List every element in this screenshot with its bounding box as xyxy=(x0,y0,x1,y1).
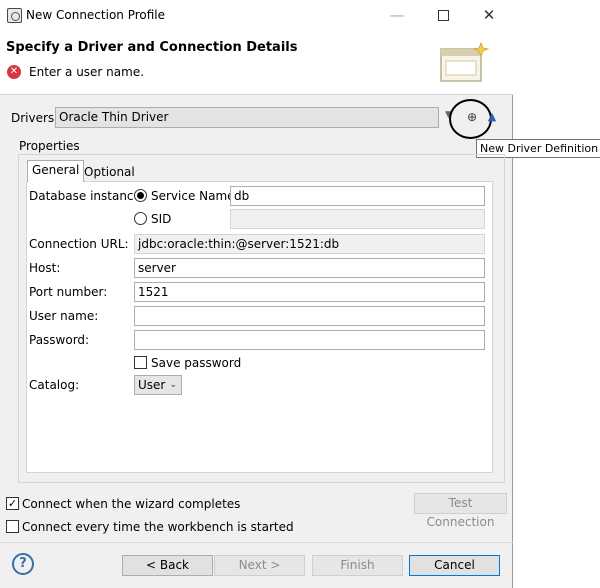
save-password-label: Save password xyxy=(151,356,242,370)
connect-on-finish-label: Connect when the wizard completes xyxy=(22,497,241,511)
save-password-checkbox[interactable] xyxy=(134,356,147,369)
connection-url-label: Connection URL: xyxy=(29,237,129,251)
new-driver-icon: ⊕ xyxy=(466,110,478,124)
port-number-input[interactable]: 1521 xyxy=(134,282,485,302)
user-name-input[interactable] xyxy=(134,306,485,326)
edit-driver-button[interactable]: ▲ xyxy=(485,108,499,126)
password-input[interactable] xyxy=(134,330,485,350)
drivers-dropdown[interactable]: Oracle Thin Driver xyxy=(55,107,439,128)
footer-divider xyxy=(0,542,513,543)
service-name-radio[interactable] xyxy=(134,189,147,202)
page-title: Specify a Driver and Connection Details xyxy=(6,40,298,55)
chevron-down-icon: ⌄ xyxy=(169,380,177,390)
connect-on-start-label: Connect every time the workbench is star… xyxy=(22,520,294,534)
drivers-label: Drivers: xyxy=(11,111,59,125)
catalog-value: User xyxy=(138,378,166,392)
next-button[interactable]: Next > xyxy=(214,555,305,576)
catalog-dropdown[interactable]: User ⌄ xyxy=(134,375,182,395)
title-bar: New Connection Profile — ✕ xyxy=(0,0,513,31)
connect-on-finish-checkbox[interactable]: ✓ xyxy=(6,497,19,510)
tab-general[interactable]: General xyxy=(27,160,85,182)
maximize-icon xyxy=(438,10,449,21)
app-icon xyxy=(7,8,22,23)
help-icon[interactable]: ? xyxy=(12,553,34,575)
properties-label: Properties xyxy=(19,139,80,153)
port-number-label: Port number: xyxy=(29,285,108,299)
new-driver-button[interactable]: ⊕ xyxy=(463,108,481,126)
back-button[interactable]: < Back xyxy=(122,555,213,576)
host-label: Host: xyxy=(29,261,61,275)
window-title: New Connection Profile xyxy=(26,8,166,22)
finish-button[interactable]: Finish xyxy=(312,555,403,576)
cancel-button[interactable]: Cancel xyxy=(409,555,500,576)
sid-radio[interactable] xyxy=(134,212,147,225)
triangle-icon: ▲ xyxy=(487,110,497,123)
sid-label: SID xyxy=(151,212,172,226)
service-name-label: Service Name xyxy=(151,189,235,203)
error-icon: ✕ xyxy=(7,65,21,79)
catalog-label: Catalog: xyxy=(29,378,80,392)
user-name-label: User name: xyxy=(29,309,99,323)
wizard-banner-icon xyxy=(440,41,490,82)
connection-url-field: jdbc:oracle:thin:@server:1521:db xyxy=(134,234,485,254)
close-button[interactable]: ✕ xyxy=(466,0,512,31)
error-message: Enter a user name. xyxy=(29,65,145,79)
sid-input xyxy=(230,209,485,229)
connect-on-start-checkbox[interactable] xyxy=(6,520,19,533)
password-label: Password: xyxy=(29,333,90,347)
wizard-banner: Specify a Driver and Connection Details … xyxy=(0,31,513,95)
minimize-button[interactable]: — xyxy=(374,0,420,31)
host-input[interactable]: server xyxy=(134,258,485,278)
maximize-button[interactable] xyxy=(420,0,466,31)
database-instance-label: Database instance: xyxy=(29,189,145,203)
test-connection-button[interactable]: Test Connection xyxy=(414,493,507,529)
service-name-input[interactable]: db xyxy=(230,186,485,206)
dialog-window: New Connection Profile — ✕ Specify a Dri… xyxy=(0,0,600,588)
